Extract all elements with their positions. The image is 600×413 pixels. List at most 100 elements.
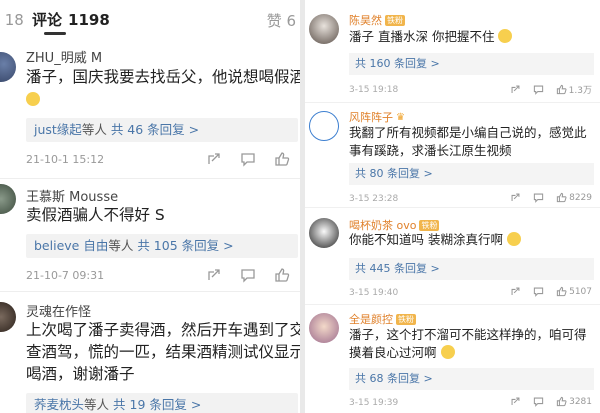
comment-time: 3-15 19:40 [349, 288, 399, 298]
comment-text: 你能不知道吗 装糊涂真行啊 [349, 231, 597, 249]
like-button[interactable]: 1.3万 [556, 83, 592, 96]
right-comment-panel: 陈昊然 铁粉 潘子 直播水深 你把握不住 共 160 条回复 > 3-15 19:… [305, 0, 600, 413]
reply-count-link[interactable]: 共 68 条回复 > [349, 368, 594, 390]
reply-summary[interactable]: 荞麦枕头等人 共 19 条回复 > [26, 393, 298, 413]
comment-text: 潘子，国庆我要去找岳父，他说想喝假酒 [26, 68, 300, 86]
avatar[interactable] [0, 184, 16, 214]
reply-summary[interactable]: believe 自由等人 共 105 条回复 > [26, 234, 298, 258]
share-icon[interactable] [510, 396, 521, 407]
comment-emoji [26, 88, 300, 110]
comment-text: 潘子 直播水深 你把握不住 [349, 28, 597, 46]
comment-time: 21-10-7 09:31 [26, 269, 105, 282]
tab-comments[interactable]: 评论 1198 [32, 9, 110, 30]
avatar[interactable] [0, 52, 16, 82]
reply-user-link[interactable]: believe 自由 [34, 238, 108, 253]
reply-count-link[interactable]: 共 445 条回复 > [349, 258, 594, 280]
comment-text-line: 上次喝了潘子卖得酒，然后开车遇到了交 [26, 321, 300, 339]
tab-forward[interactable]: 转发 18 [0, 9, 24, 30]
comment-text: 潘子，这个打不溜可不能这样挣的，咱可得摸着良心过河啊 [349, 327, 587, 360]
reply-count-link[interactable]: 共 160 条回复 > [349, 53, 594, 75]
sweat-emoji-icon [506, 232, 521, 246]
reply-count-link[interactable]: 共 105 条回复 > [137, 238, 233, 253]
comment-item: 喝杯奶茶 ovo 铁粉 你能不知道吗 装糊涂真行啊 共 445 条回复 > 3-1… [305, 208, 600, 304]
avatar[interactable] [309, 14, 339, 44]
avatar[interactable] [309, 313, 339, 343]
reply-count-link[interactable]: 共 19 条回复 > [113, 397, 201, 412]
comment-author[interactable]: 王慕斯 Mousse [26, 186, 118, 205]
left-comment-panel: 转发 18 评论 1198 赞 6 ZHU_明威 M 潘子，国庆我要去找岳父，他说… [0, 0, 300, 413]
reply-suffix: 等人 [108, 238, 134, 253]
comment-actions: 5107 [510, 286, 592, 297]
comment-author[interactable]: ZHU_明威 M [26, 47, 102, 66]
comment-item: 全是颜控 铁粉 潘子，这个打不溜可不能这样挣的，咱可得摸着良心过河啊 共 68 条… [305, 305, 600, 413]
comment-text: 卖假酒骗人不得好 S [26, 206, 165, 224]
active-tab-indicator [44, 32, 66, 35]
comment-icon[interactable] [533, 286, 544, 297]
comment-actions [206, 151, 290, 167]
comment-item: 王慕斯 Mousse 卖假酒骗人不得好 S believe 自由等人 共 105… [0, 179, 300, 291]
comment-actions: 3281 [510, 396, 592, 407]
grin-emoji-icon [26, 92, 40, 106]
comment-text: 我翻了所有视频都是小编自己说的，感觉此事有蹊跷，求潘长江原生视频 [349, 125, 587, 158]
tab-comments-count: 1198 [68, 10, 110, 29]
like-button[interactable]: 8229 [556, 192, 592, 203]
reply-user-link[interactable]: just缘起 [34, 122, 82, 137]
comment-author[interactable]: 风阵阵子 ♛ [349, 109, 405, 125]
comment-icon[interactable] [240, 267, 256, 283]
reply-summary[interactable]: just缘起等人 共 46 条回复 > [26, 118, 298, 142]
comment-tabs: 转发 18 评论 1198 赞 6 [0, 0, 300, 38]
comment-icon[interactable] [533, 396, 544, 407]
share-icon[interactable] [206, 267, 222, 283]
share-icon[interactable] [510, 286, 521, 297]
fan-badge: 铁粉 [396, 313, 416, 325]
comment-time: 3-15 23:28 [349, 194, 399, 204]
avatar[interactable] [309, 218, 339, 248]
reply-count-link[interactable]: 共 46 条回复 > [111, 122, 199, 137]
like-button[interactable]: 3281 [556, 396, 592, 407]
tab-likes[interactable]: 赞 6 [267, 10, 296, 31]
comment-time: 3-15 19:18 [349, 85, 399, 95]
share-icon[interactable] [206, 151, 222, 167]
like-icon [556, 84, 567, 95]
like-count: 8229 [569, 192, 592, 203]
comment-text-line: 查酒驾，慌的一匹，结果酒精测试仪显示 [26, 343, 300, 361]
share-icon[interactable] [510, 192, 521, 203]
crown-icon: ♛ [396, 111, 405, 123]
comment-icon[interactable] [533, 84, 544, 95]
tab-comments-label: 评论 [32, 10, 63, 29]
like-icon [556, 396, 567, 407]
reply-suffix: 等人 [81, 122, 107, 137]
comment-actions [206, 267, 290, 283]
avatar[interactable] [0, 302, 16, 332]
reply-count-link[interactable]: 共 80 条回复 > [349, 163, 594, 185]
comment-actions: 1.3万 [510, 83, 592, 96]
like-button[interactable]: 5107 [556, 286, 592, 297]
fan-badge: 铁粉 [385, 14, 405, 26]
avatar[interactable] [309, 111, 339, 141]
like-count: 5107 [569, 286, 592, 297]
comment-text-line: 喝酒，谢谢潘子 [26, 365, 135, 383]
comment-item: ZHU_明威 M 潘子，国庆我要去找岳父，他说想喝假酒 just缘起等人 共 4… [0, 38, 300, 178]
comment-icon[interactable] [240, 151, 256, 167]
comment-author[interactable]: 全是颜控 铁粉 [349, 311, 416, 327]
like-count: 1.3万 [568, 86, 592, 96]
comment-time: 3-15 19:39 [349, 398, 399, 408]
comment-author[interactable]: 灵魂在作怪 [26, 301, 91, 320]
comment-item: 风阵阵子 ♛ 我翻了所有视频都是小编自己说的，感觉此事有蹊跷，求潘长江原生视频 共… [305, 103, 600, 207]
comment-icon[interactable] [533, 192, 544, 203]
comment-time: 21-10-1 15:12 [26, 153, 105, 166]
like-count: 3281 [569, 396, 592, 407]
grin-emoji-icon [498, 29, 513, 43]
reply-user-link[interactable]: 荞麦枕头 [34, 397, 84, 412]
share-icon[interactable] [510, 84, 521, 95]
comment-item: 陈昊然 铁粉 潘子 直播水深 你把握不住 共 160 条回复 > 3-15 19:… [305, 0, 600, 102]
comment-actions: 8229 [510, 192, 592, 203]
comment-author[interactable]: 陈昊然 铁粉 [349, 12, 405, 28]
grin-emoji-icon [440, 345, 455, 359]
like-icon[interactable] [274, 267, 290, 283]
like-icon[interactable] [274, 151, 290, 167]
like-icon [556, 192, 567, 203]
like-icon [556, 286, 567, 297]
comment-item: 灵魂在作怪 上次喝了潘子卖得酒，然后开车遇到了交 查酒驾，慌的一匹，结果酒精测试… [0, 292, 300, 413]
reply-suffix: 等人 [84, 397, 110, 412]
